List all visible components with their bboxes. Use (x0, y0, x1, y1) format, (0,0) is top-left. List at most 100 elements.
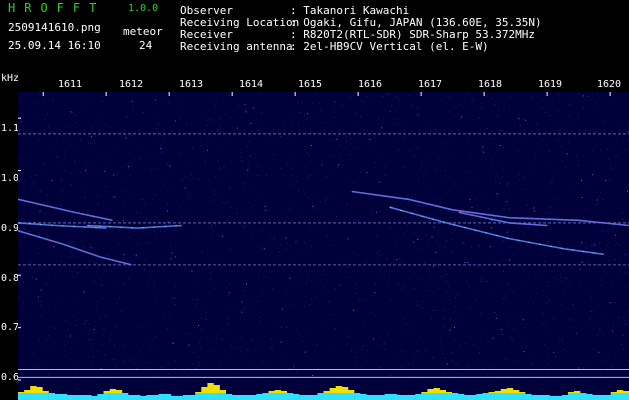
power-bar-base (549, 396, 556, 400)
x-tick-label: 1617 (418, 79, 443, 90)
power-bar-base (543, 395, 550, 400)
power-bar-peak (506, 388, 514, 393)
power-bar-base (189, 395, 196, 400)
power-bar-base (262, 393, 269, 400)
echo-trace (18, 198, 113, 222)
timestamp: 25.09.14 16:10 (8, 39, 101, 52)
x-tick-label: 1615 (298, 79, 323, 90)
power-bar-base (409, 395, 416, 400)
power-bar-base (152, 395, 159, 400)
power-bar-peak (445, 392, 453, 393)
power-bar-base (494, 393, 501, 400)
y-tick-label: 1.1 (1, 123, 20, 134)
power-bar-base (91, 396, 98, 400)
power-bar-base (311, 395, 318, 400)
x-tick-label: 1619 (538, 79, 563, 90)
power-bar-base (433, 393, 440, 400)
echo-trace (389, 206, 604, 256)
power-bar-base (299, 395, 306, 400)
power-bar-peak (201, 387, 208, 393)
power-bar-peak (274, 390, 281, 393)
power-bar-base (219, 393, 226, 400)
power-bar-peak (207, 383, 214, 393)
power-bar-peak (622, 391, 629, 393)
meteor-count: 24 (139, 39, 153, 52)
power-bar-peak (616, 390, 624, 393)
power-bar-peak (36, 387, 43, 393)
power-bar-peak (109, 389, 117, 393)
power-bar-peak (519, 392, 526, 393)
x-tick-label: 1613 (179, 79, 204, 90)
app-title: HROFFT (8, 1, 106, 15)
power-bar-base (519, 393, 526, 400)
power-bar-base (580, 393, 587, 400)
power-bar-base (231, 395, 239, 400)
power-bar-base (109, 393, 117, 400)
echo-trace-highlight (389, 206, 604, 255)
receiver-value: : R820T2(RTL-SDR) SDR-Sharp 53.372MHz (290, 28, 536, 41)
power-bar-base (164, 394, 171, 400)
power-bar-base (592, 395, 599, 400)
power-bar-base (24, 393, 31, 400)
power-bar-peak (512, 390, 520, 393)
power-bar-peak (213, 385, 220, 393)
tick-marks (18, 92, 611, 381)
power-bar-base (66, 395, 74, 400)
spectrogram-canvas (18, 92, 629, 400)
power-bar-base (537, 395, 544, 400)
power-bar-base (488, 393, 495, 400)
x-tick-label: 1614 (239, 79, 264, 90)
power-bar-base (329, 393, 336, 400)
power-bar-peak (219, 390, 226, 393)
hrofft-window: HROFFT 1.0.0 2509141610.png meteor 25.09… (0, 0, 629, 400)
observer-value: : Takanori Kawachi (290, 4, 410, 17)
power-bar-base (201, 393, 208, 400)
power-bar-base (213, 393, 220, 400)
power-bar-base (268, 393, 275, 400)
power-bar-base (286, 393, 294, 400)
power-bar-base (561, 395, 569, 400)
power-bar-base (531, 395, 538, 400)
power-bar-base (439, 393, 446, 400)
antenna-label: Receiving antenna (180, 40, 293, 53)
power-bar-base (384, 394, 391, 400)
echo-trace (18, 230, 132, 266)
power-bar-base (476, 394, 483, 400)
power-bar-base (140, 396, 147, 400)
y-tick-label: 0.8 (1, 273, 20, 284)
location-label: Receiving Location (180, 16, 300, 29)
y-tick-label: 0.9 (1, 223, 20, 234)
power-bar-peak (115, 390, 123, 393)
power-bar-base (341, 393, 349, 400)
power-bar-peak (567, 392, 575, 393)
power-bar-base (347, 393, 355, 400)
power-bar-base (85, 395, 92, 400)
power-bar-base (244, 395, 251, 400)
power-bar-base (18, 393, 25, 400)
power-bar-base (464, 395, 471, 400)
power-bar-base (97, 394, 104, 400)
y-tick-label: 1.0 (1, 173, 20, 184)
x-tick-label: 1620 (597, 79, 622, 90)
power-bar-peak (427, 389, 434, 393)
power-bar-base (427, 393, 434, 400)
power-bar-base (378, 395, 385, 400)
power-bar-base (421, 393, 428, 400)
power-bar-base (195, 393, 202, 400)
power-bar-peak (610, 392, 618, 393)
power-bar-base (506, 393, 514, 400)
power-bar-peak (268, 391, 275, 393)
power-bar-peak (341, 387, 349, 393)
power-bar-peak (421, 392, 428, 393)
power-bar-base (54, 394, 62, 400)
location-value: : Ogaki, Gifu, JAPAN (136.60E, 35.35N) (290, 16, 542, 29)
meteor-label: meteor (123, 25, 163, 38)
power-bar-base (354, 393, 361, 400)
power-bar-base (176, 396, 184, 400)
power-bar-base (415, 394, 422, 400)
power-bar-base (42, 393, 49, 400)
power-bar-base (317, 393, 324, 400)
power-bar-base (146, 395, 153, 400)
power-bar-base (121, 393, 129, 400)
power-bar-base (207, 393, 214, 400)
